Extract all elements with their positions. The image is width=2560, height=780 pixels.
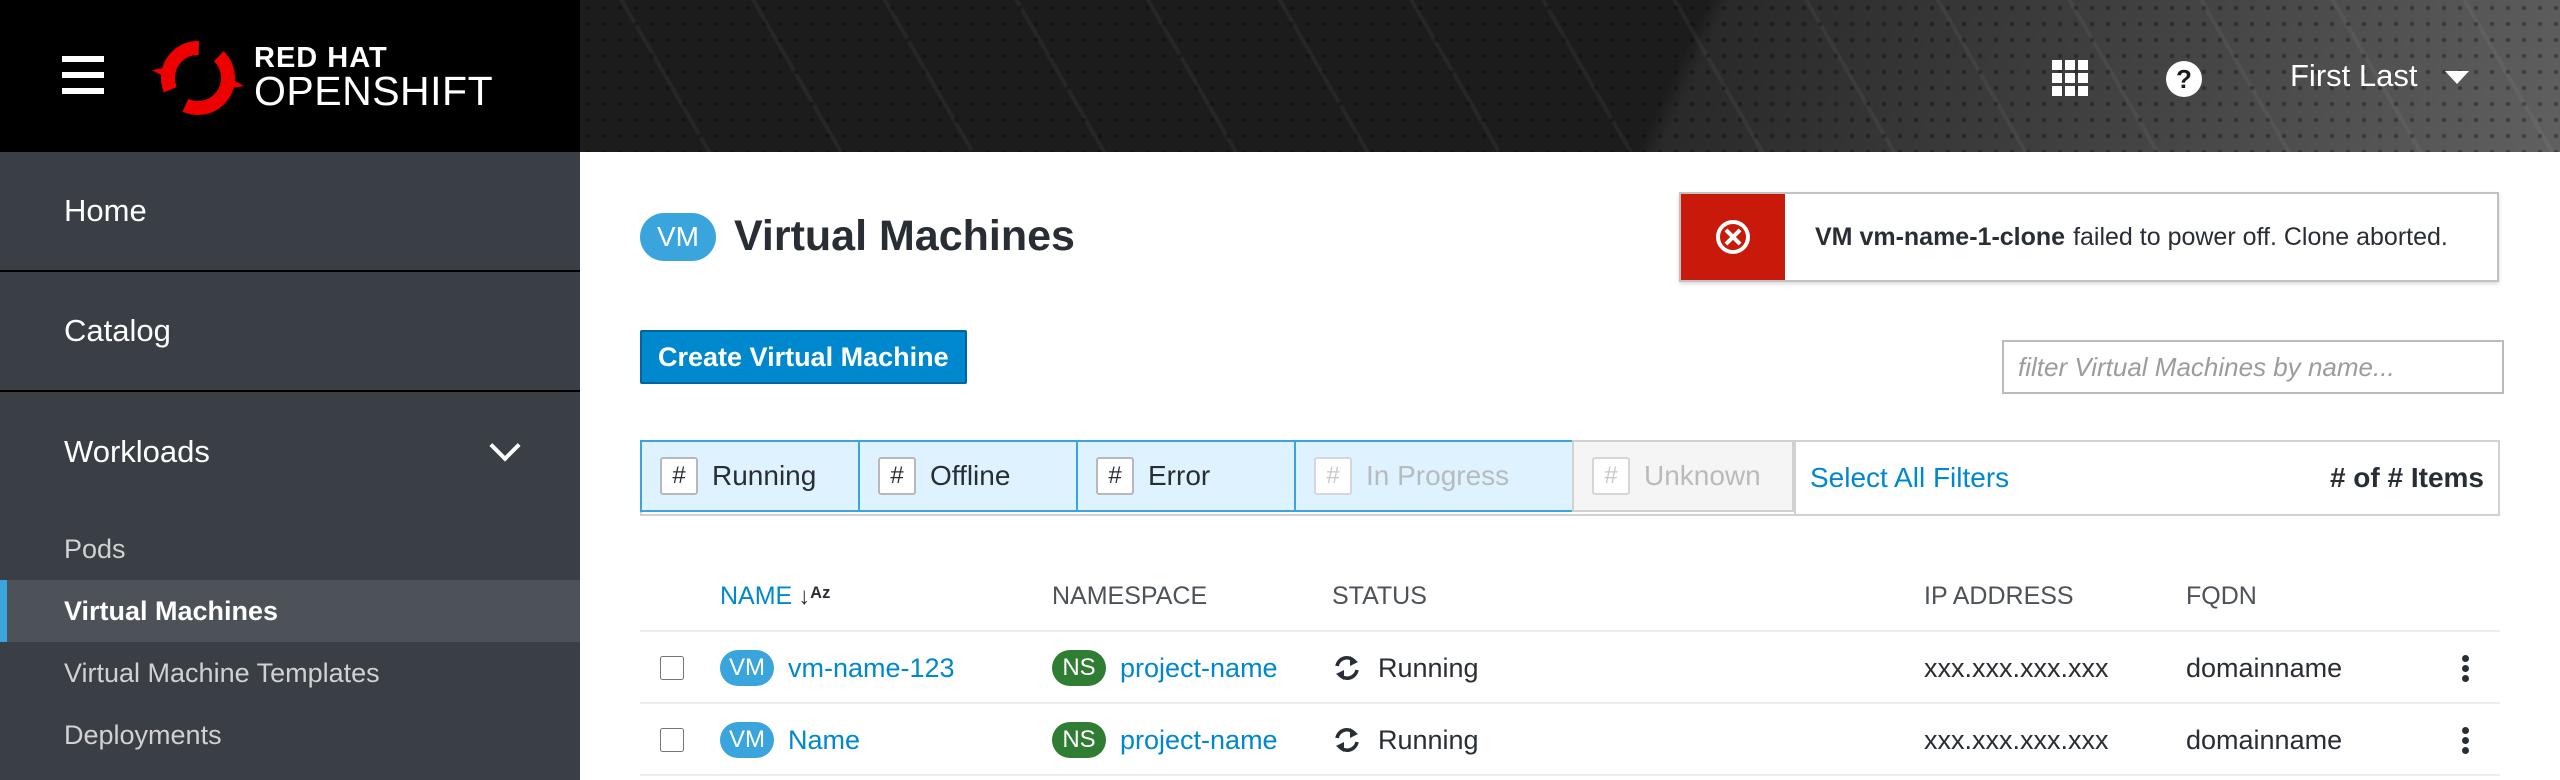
column-header-status: STATUS (1332, 582, 1427, 610)
status-text: Running (1378, 652, 1479, 683)
row-checkbox-cell (660, 704, 684, 776)
sidebar-item-deployments[interactable]: Deployments (0, 704, 580, 766)
ns-badge: NS (1052, 722, 1106, 758)
column-label: NAME (720, 582, 793, 610)
row-checkbox-cell (660, 632, 684, 704)
column-header-ip-address: IP ADDRESS (1924, 582, 2074, 610)
table-header: NAME ↓ᴬᶻ NAMESPACE STATUS IP ADDRESS FQDN (640, 552, 2500, 632)
filter-error-button[interactable]: # Error (1076, 440, 1296, 512)
namespace-link[interactable]: project-name (1120, 653, 1278, 684)
openshift-logo-icon (152, 41, 244, 115)
namespace-cell: NS project-name (1052, 704, 1278, 776)
filter-label: In Progress (1366, 460, 1510, 491)
filter-count: # (1096, 457, 1134, 495)
filter-label: Running (712, 460, 817, 491)
sidebar: Home Catalog Workloads Pods Virtual Mach… (0, 152, 580, 780)
vm-name-link[interactable]: Name (788, 725, 860, 756)
kebab-menu-icon[interactable] (2450, 632, 2480, 704)
question-circle-icon[interactable]: ? (2165, 60, 2203, 98)
column-header-name[interactable]: NAME ↓ᴬᶻ (720, 582, 831, 611)
sidebar-item-label: Pods (64, 533, 126, 564)
column-header-namespace: NAMESPACE (1052, 582, 1208, 610)
filter-count: # (1592, 457, 1630, 495)
filter-in-progress-button[interactable]: # In Progress (1294, 440, 1574, 512)
page-header: VM Virtual Machines (640, 212, 1075, 261)
filter-count: # (878, 457, 916, 495)
openshift-logo[interactable]: RED HAT OPENSHIFT (150, 32, 494, 122)
sync-icon (1335, 656, 1359, 680)
row-checkbox[interactable] (660, 728, 684, 752)
create-vm-button[interactable]: Create Virtual Machine (640, 330, 967, 384)
alert-vm-name: VM vm-name-1-clone (1815, 222, 2066, 251)
fqdn-cell: domainname (2186, 652, 2343, 683)
row-checkbox[interactable] (660, 656, 684, 680)
sidebar-item-pods[interactable]: Pods (0, 518, 580, 580)
filter-running-button[interactable]: # Running (640, 440, 860, 512)
select-all-filters-link[interactable]: Select All Filters (1794, 442, 2009, 514)
page-title: Virtual Machines (734, 212, 1075, 260)
caret-down-icon (2445, 70, 2470, 84)
error-circle-icon (1716, 220, 1750, 254)
sort-alpha-icon[interactable]: ↓ᴬᶻ (798, 583, 830, 611)
sidebar-item-label: Catalog (64, 313, 171, 348)
chevron-down-icon (489, 430, 521, 462)
filter-name-input[interactable] (2002, 340, 2504, 394)
filter-label: Error (1148, 460, 1211, 491)
hamburger-icon[interactable] (62, 56, 104, 94)
ip-address-cell: xxx.xxx.xxx.xxx (1924, 724, 2109, 755)
user-menu[interactable]: First Last (2290, 56, 2470, 96)
sidebar-item-catalog[interactable]: Catalog (0, 272, 580, 392)
vm-badge: VM (640, 212, 716, 261)
filter-offline-button[interactable]: # Offline (858, 440, 1078, 512)
filter-label: Unknown (1644, 460, 1761, 491)
name-cell: VM Name (720, 704, 860, 776)
sidebar-item-label: Workloads (64, 434, 210, 469)
filter-label: Offline (930, 460, 1011, 491)
ns-badge: NS (1052, 650, 1106, 686)
sidebar-item-vm-templates[interactable]: Virtual Machine Templates (0, 642, 580, 704)
alert-icon-container (1681, 194, 1785, 280)
filter-count: # (1314, 457, 1352, 495)
filter-count: # (660, 457, 698, 495)
vm-badge: VM (720, 650, 774, 686)
status-filter-bar: # Running # Offline # Error # In Progres… (640, 440, 2500, 516)
masthead: RED HAT OPENSHIFT ? First Last (0, 0, 2560, 152)
item-count: # of # Items (2329, 462, 2484, 493)
status-cell: Running (1332, 632, 1479, 704)
filter-unknown-button[interactable]: # Unknown (1572, 440, 1794, 512)
ip-address-cell: xxx.xxx.xxx.xxx (1924, 652, 2109, 683)
masthead-background (580, 0, 2560, 152)
sidebar-item-virtual-machines[interactable]: Virtual Machines (0, 580, 580, 642)
workloads-subnav: Pods Virtual Machines Virtual Machine Te… (0, 512, 580, 766)
status-cell: Running (1332, 704, 1479, 776)
namespace-cell: NS project-name (1052, 632, 1278, 704)
grid-icon[interactable] (2052, 60, 2088, 96)
vm-name-link[interactable]: vm-name-123 (788, 653, 955, 684)
sidebar-item-workloads[interactable]: Workloads (0, 392, 580, 512)
vm-badge: VM (720, 722, 774, 758)
vm-table: NAME ↓ᴬᶻ NAMESPACE STATUS IP ADDRESS FQDN… (640, 552, 2500, 776)
alert-text: failed to power off. Clone aborted. (2073, 222, 2448, 251)
sidebar-item-home[interactable]: Home (0, 152, 580, 272)
namespace-link[interactable]: project-name (1120, 725, 1278, 756)
sidebar-item-label: Deployments (64, 719, 222, 750)
svg-text:?: ? (2176, 64, 2192, 94)
alert-message: VM vm-name-1-clone failed to power off. … (1785, 194, 2448, 280)
brand-bottom-text: OPENSHIFT (254, 68, 494, 114)
name-cell: VM vm-name-123 (720, 632, 955, 704)
table-row: VM Name NS project-name Running xxx.xxx.… (640, 704, 2500, 776)
main-content: VM Virtual Machines VM vm-name-1-clone f… (580, 152, 2560, 780)
error-toast: VM vm-name-1-clone failed to power off. … (1679, 192, 2499, 282)
sidebar-item-label: Home (64, 193, 147, 228)
sidebar-item-label: Virtual Machine Templates (64, 657, 380, 688)
column-header-fqdn: FQDN (2186, 582, 2257, 610)
user-name: First Last (2290, 58, 2418, 93)
status-text: Running (1378, 724, 1479, 755)
kebab-menu-icon[interactable] (2450, 704, 2480, 776)
table-row: VM vm-name-123 NS project-name Running x… (640, 632, 2500, 704)
sync-icon (1335, 728, 1359, 752)
masthead-brand-area: RED HAT OPENSHIFT (0, 0, 580, 152)
fqdn-cell: domainname (2186, 724, 2343, 755)
sidebar-item-label: Virtual Machines (64, 595, 279, 626)
